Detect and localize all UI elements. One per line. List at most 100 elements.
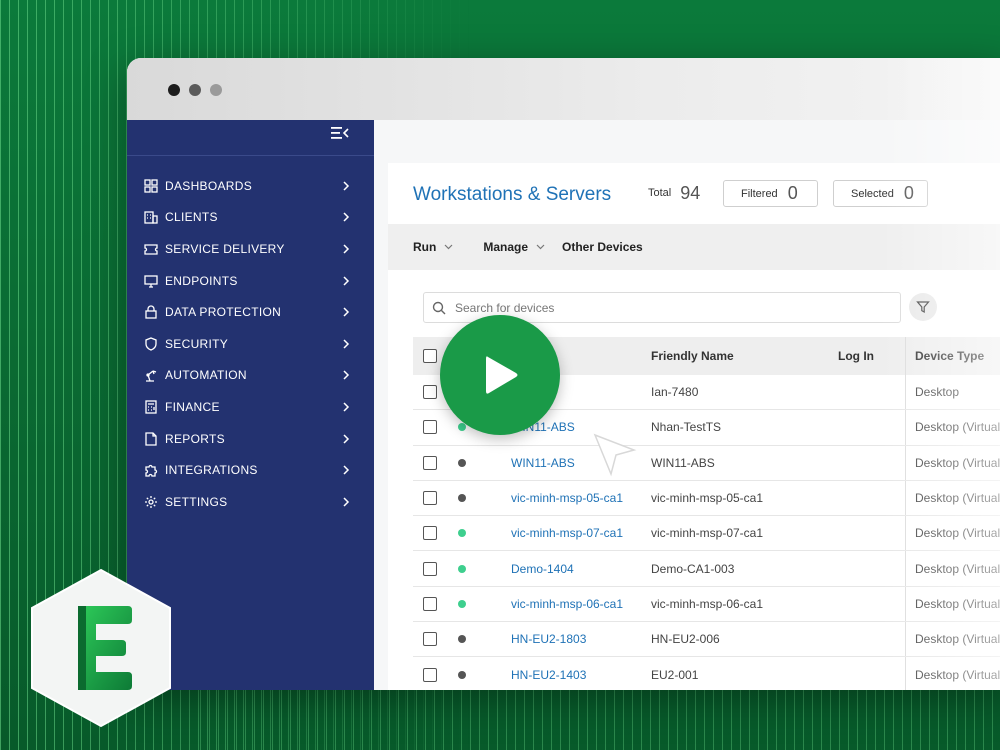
other-devices-button[interactable]: Other Devices (562, 240, 643, 254)
sidebar-item-label: SERVICE DELIVERY (165, 241, 285, 256)
filter-button[interactable] (909, 293, 937, 321)
sidebar-item-label: DATA PROTECTION (165, 305, 282, 320)
dashboard-icon (144, 179, 158, 193)
actions-toolbar: Run Manage Other Devices (388, 224, 1000, 270)
row-checkbox[interactable] (423, 526, 437, 541)
chevron-right-icon (343, 402, 350, 412)
status-dot (458, 564, 466, 573)
device-name-link[interactable]: Demo-1404 (511, 562, 574, 576)
device-name-link[interactable]: HN-EU2-1803 (511, 632, 586, 646)
window-maximize-dot[interactable] (210, 84, 222, 96)
device-type-cell: Desktop (Virtual) (915, 491, 1000, 506)
page-title: Workstations & Servers (413, 184, 612, 205)
device-type-cell: Desktop (Virtual) (915, 596, 1000, 611)
device-type-cell: Desktop (Virtual) (915, 420, 1000, 435)
filtered-label: Filtered (741, 187, 778, 200)
column-divider (905, 480, 906, 516)
table-row[interactable]: Demo-1404 Demo-CA1-003 Desktop (Virtual) (413, 551, 1000, 587)
device-type-cell: Desktop (Virtual) (915, 561, 1000, 576)
chevron-right-icon (343, 339, 350, 349)
collapse-menu-icon[interactable] (331, 126, 349, 140)
chevron-down-icon (536, 244, 545, 250)
play-icon (486, 356, 518, 394)
column-header-device-type[interactable]: Device Type (915, 349, 984, 363)
run-menu-button[interactable]: Run (413, 240, 453, 254)
row-checkbox[interactable] (423, 491, 437, 506)
sidebar-item-reports[interactable]: REPORTS (127, 423, 374, 455)
table-row[interactable]: vic-minh-msp-05-ca1 vic-minh-msp-05-ca1 De… (413, 480, 1000, 517)
device-name-link[interactable]: vic-minh-msp-05-ca1 (511, 491, 623, 505)
row-checkbox[interactable] (423, 561, 437, 576)
row-checkbox[interactable] (423, 420, 437, 435)
sidebar-item-automation[interactable]: AUTOMATION (127, 360, 374, 392)
device-name-link[interactable]: HN-EU2-1403 (511, 668, 586, 682)
total-label: Total (648, 187, 672, 199)
table-row[interactable]: HN-EU2-1403 EU2-001 Desktop (Virtual) (413, 657, 1000, 690)
filtered-value: 0 (787, 183, 798, 203)
other-devices-label: Other Devices (562, 240, 643, 254)
report-icon (144, 431, 158, 446)
shield-icon (144, 337, 158, 351)
column-divider (905, 410, 906, 445)
window-minimize-dot[interactable] (189, 84, 201, 96)
sidebar-item-service-delivery[interactable]: SERVICE DELIVERY (127, 233, 374, 265)
column-divider (905, 516, 906, 551)
row-checkbox[interactable] (423, 455, 437, 470)
search-input[interactable] (455, 300, 875, 315)
sidebar-item-security[interactable]: SECURITY (127, 328, 374, 360)
manage-menu-button[interactable]: Manage (483, 240, 545, 254)
device-name-link[interactable]: vic-minh-msp-06-ca1 (511, 597, 623, 611)
monitor-icon (144, 274, 158, 288)
table-row[interactable]: vic-minh-msp-07-ca1 vic-minh-msp-07-ca1 De… (413, 516, 1000, 552)
row-checkbox[interactable] (423, 632, 437, 647)
column-header-log-in[interactable]: Log In (838, 349, 874, 363)
status-dot (458, 599, 466, 608)
chevron-right-icon (343, 434, 350, 444)
sidebar-item-dashboards[interactable]: DASHBOARDS (127, 170, 374, 202)
column-divider (905, 657, 906, 690)
sidebar-item-data-protection[interactable]: DATA PROTECTION (127, 296, 374, 328)
chevron-right-icon (343, 465, 350, 475)
selected-value: 0 (903, 183, 914, 203)
sidebar-item-label: SETTINGS (165, 494, 228, 509)
row-checkbox[interactable] (423, 385, 437, 400)
column-divider (905, 337, 906, 375)
row-checkbox[interactable] (423, 667, 437, 682)
window-close-dot[interactable] (168, 84, 180, 96)
friendly-name-cell: Ian-7480 (651, 385, 699, 400)
select-all-checkbox[interactable] (423, 349, 437, 363)
total-count: Total 94 (648, 180, 700, 206)
search-icon (432, 301, 446, 314)
column-divider (905, 551, 906, 586)
device-type-cell: Desktop (Virtual) (915, 667, 1000, 682)
chevron-right-icon (343, 307, 350, 317)
table-row[interactable]: vic-minh-msp-06-ca1 vic-minh-msp-06-ca1 De… (413, 586, 1000, 623)
gear-icon (144, 495, 158, 509)
sidebar-item-clients[interactable]: CLIENTS (127, 202, 374, 234)
column-header-friendly-name[interactable]: Friendly Name (651, 349, 734, 363)
device-name-link[interactable]: vic-minh-msp-07-ca1 (511, 526, 623, 540)
friendly-name-cell: EU2-001 (651, 667, 699, 682)
chevron-right-icon (343, 244, 350, 254)
filtered-count[interactable]: Filtered 0 (723, 180, 818, 207)
device-type-cell: Desktop (915, 385, 960, 400)
device-name-link[interactable]: WIN11-ABS (511, 456, 575, 470)
sidebar-item-label: SECURITY (165, 336, 229, 351)
table-row[interactable]: HN-EU2-1803 HN-EU2-006 Desktop (Virtual) (413, 622, 1000, 658)
friendly-name-cell: Nhan-TestTS (651, 420, 722, 435)
status-dot (458, 635, 466, 644)
table-row[interactable]: WIN11-ABS WIN11-ABS Desktop (Virtual) (413, 445, 1000, 481)
sidebar-item-finance[interactable]: FINANCE (127, 391, 374, 423)
sidebar-item-integrations[interactable]: INTEGRATIONS (127, 454, 374, 486)
sidebar-item-endpoints[interactable]: ENDPOINTS (127, 265, 374, 297)
total-value: 94 (680, 182, 701, 203)
selected-count[interactable]: Selected 0 (833, 180, 928, 207)
row-checkbox[interactable] (423, 596, 437, 611)
app-window: DASHBOARDS CLIENTS SERVICE DELIVERY ENDP… (127, 58, 1000, 690)
chevron-right-icon (343, 370, 350, 380)
sidebar-item-settings[interactable]: SETTINGS (127, 486, 374, 518)
play-button[interactable] (440, 315, 560, 435)
status-dot (458, 423, 466, 432)
sidebar-item-label: INTEGRATIONS (165, 463, 258, 478)
sidebar-item-label: FINANCE (165, 399, 220, 414)
